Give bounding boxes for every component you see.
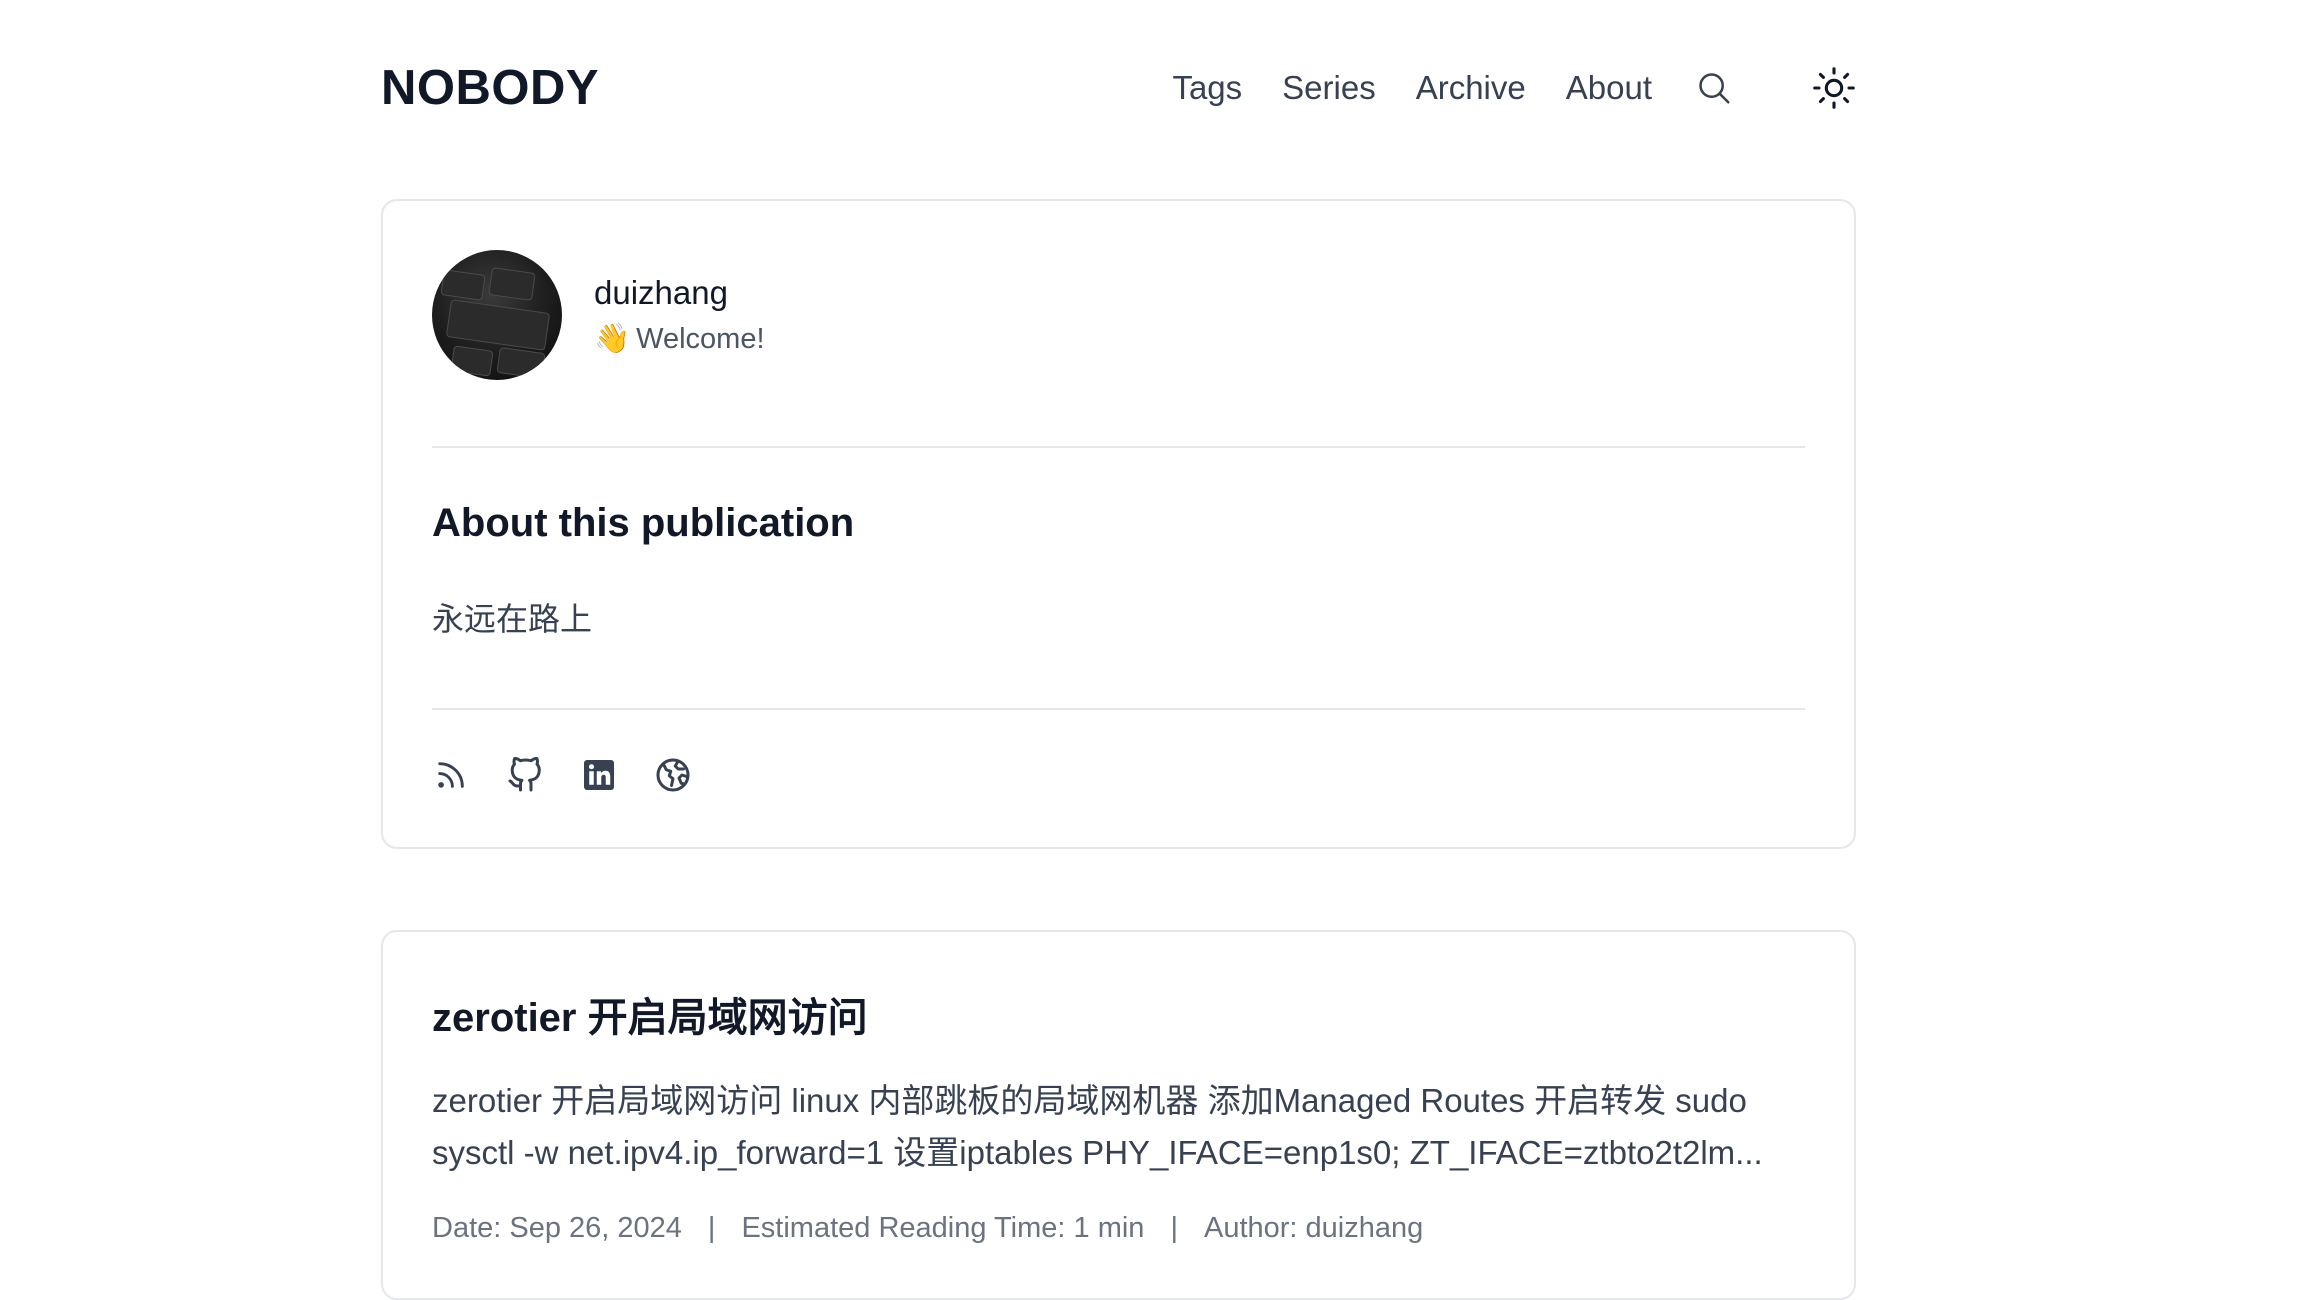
post-meta: Date: Sep 26, 2024 | Estimated Reading T… [432, 1212, 1423, 1245]
social-links [432, 756, 692, 794]
wave-emoji: 👋 [594, 323, 631, 355]
sun-icon[interactable] [1812, 66, 1856, 110]
main-nav: Tags Series Archive About [1172, 66, 1856, 110]
nav-archive[interactable]: Archive [1416, 69, 1526, 107]
post-date: Date: Sep 26, 2024 [432, 1212, 682, 1244]
site-logo[interactable]: NOBODY [381, 60, 599, 116]
profile-text: duizhang 👋 Welcome! [594, 274, 765, 356]
search-icon[interactable] [1692, 66, 1736, 110]
profile-card: duizhang 👋 Welcome! About this publicati… [381, 199, 1856, 849]
globe-icon[interactable] [654, 756, 692, 794]
github-icon[interactable] [506, 756, 544, 794]
post-title[interactable]: zerotier 开启局域网访问 [432, 985, 868, 1043]
divider [432, 446, 1805, 448]
linkedin-icon[interactable] [580, 756, 618, 794]
profile-name: duizhang [594, 274, 728, 311]
about-title: About this publication [432, 501, 855, 545]
post-author: Author: duizhang [1203, 1212, 1424, 1244]
rss-icon[interactable] [432, 756, 470, 794]
site-header: NOBODY Tags Series Archive About [381, 52, 1856, 124]
profile-greeting: 👋 Welcome! [594, 322, 765, 356]
divider [432, 708, 1805, 710]
nav-tags[interactable]: Tags [1172, 69, 1242, 107]
profile-header: duizhang 👋 Welcome! [432, 250, 765, 380]
about-description: 永远在路上 [432, 601, 593, 637]
post-card[interactable]: zerotier 开启局域网访问 zerotier 开启局域网访问 linux … [381, 930, 1856, 1300]
nav-series[interactable]: Series [1282, 69, 1376, 107]
nav-about[interactable]: About [1566, 69, 1652, 107]
avatar [432, 250, 562, 380]
post-reading-time: Estimated Reading Time: 1 min [741, 1212, 1145, 1244]
meta-separator: | [707, 1212, 716, 1244]
meta-separator: | [1170, 1212, 1178, 1244]
post-summary: zerotier 开启局域网访问 linux 内部跳板的局域网机器 添加Mana… [432, 1082, 1763, 1171]
greeting-text: Welcome! [636, 322, 765, 355]
